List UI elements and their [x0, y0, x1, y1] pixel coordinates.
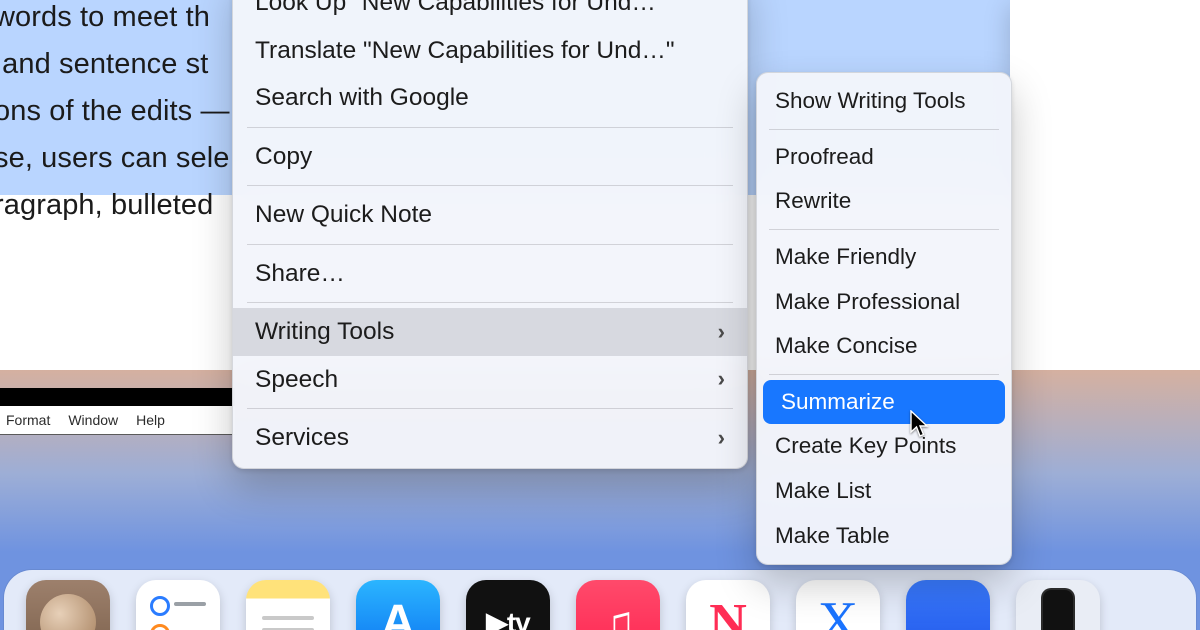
- menu-item-label: Speech: [255, 362, 338, 398]
- dock-app-unknown-blue[interactable]: [906, 580, 990, 630]
- menu-item-label: Create Key Points: [775, 430, 956, 463]
- menu-item-translate[interactable]: Translate "New Capabilities for Und…": [233, 27, 747, 75]
- dock-app-music[interactable]: [576, 580, 660, 630]
- menu-separator: [247, 408, 733, 409]
- submenu-item-make-professional[interactable]: Make Professional: [757, 280, 1011, 325]
- dock-app-contacts[interactable]: [26, 580, 110, 630]
- submenu-item-summarize[interactable]: Summarize: [763, 380, 1005, 425]
- dock-app-tv[interactable]: [466, 580, 550, 630]
- menu-item-label: Search with Google: [255, 80, 469, 116]
- submenu-item-create-key-points[interactable]: Create Key Points: [757, 424, 1011, 469]
- submenu-item-make-table[interactable]: Make Table: [757, 514, 1011, 559]
- menu-item-label: Show Writing Tools: [775, 85, 966, 118]
- submenu-item-rewrite[interactable]: Rewrite: [757, 179, 1011, 224]
- dock: [4, 570, 1196, 630]
- menu-item-label: Make List: [775, 475, 871, 508]
- menu-item-label: Make Table: [775, 520, 890, 553]
- menu-item-label: Copy: [255, 139, 312, 175]
- dock-app-appstore[interactable]: [356, 580, 440, 630]
- menu-separator: [247, 127, 733, 128]
- menu-item-lookup[interactable]: Look Up "New Capabilities for Und…": [233, 0, 747, 27]
- menu-item-label: New Quick Note: [255, 197, 432, 233]
- menu-item-label: Services: [255, 420, 349, 456]
- menubar-item-help[interactable]: Help: [136, 412, 165, 428]
- menu-item-label: Rewrite: [775, 185, 851, 218]
- menu-item-label: Make Friendly: [775, 241, 916, 274]
- menu-item-services[interactable]: Services ›: [233, 414, 747, 462]
- menu-item-search-google[interactable]: Search with Google: [233, 74, 747, 122]
- menu-item-label: Translate "New Capabilities for Und…": [255, 33, 675, 69]
- menubar-item-format[interactable]: Format: [6, 412, 50, 428]
- dock-app-iphone-mirroring[interactable]: [1016, 580, 1100, 630]
- doc-line: and sentence st: [0, 41, 230, 88]
- menu-separator: [769, 129, 999, 130]
- dock-app-notes[interactable]: [246, 580, 330, 630]
- menu-separator: [247, 185, 733, 186]
- menu-item-new-quick-note[interactable]: New Quick Note: [233, 191, 747, 239]
- menubar-item-window[interactable]: Window: [68, 412, 118, 428]
- menu-item-label: Make Professional: [775, 286, 960, 319]
- submenu-item-proofread[interactable]: Proofread: [757, 135, 1011, 180]
- doc-line: ragraph, bulleted: [0, 182, 230, 229]
- submenu-item-make-concise[interactable]: Make Concise: [757, 324, 1011, 369]
- chevron-right-icon: ›: [718, 363, 725, 395]
- background-window-menubar: Format Window Help: [0, 405, 235, 435]
- menu-item-label: Make Concise: [775, 330, 918, 363]
- writing-tools-submenu: Show Writing Tools Proofread Rewrite Mak…: [756, 72, 1012, 565]
- submenu-item-make-friendly[interactable]: Make Friendly: [757, 235, 1011, 280]
- chevron-right-icon: ›: [718, 316, 725, 348]
- submenu-item-make-list[interactable]: Make List: [757, 469, 1011, 514]
- document-text: words to meet th and sentence st ons of …: [0, 0, 230, 229]
- menu-item-copy[interactable]: Copy: [233, 133, 747, 181]
- submenu-item-show-writing-tools[interactable]: Show Writing Tools: [757, 79, 1011, 124]
- dock-app-reminders[interactable]: [136, 580, 220, 630]
- background-window-titlebar: [0, 388, 235, 405]
- dock-app-news[interactable]: [686, 580, 770, 630]
- menu-item-label: Proofread: [775, 141, 874, 174]
- menu-item-speech[interactable]: Speech ›: [233, 356, 747, 404]
- doc-line: se, users can sele: [0, 135, 230, 182]
- menu-separator: [769, 374, 999, 375]
- doc-line: words to meet th: [0, 0, 230, 41]
- menu-separator: [247, 302, 733, 303]
- chevron-right-icon: ›: [718, 422, 725, 454]
- dock-app-xcode[interactable]: [796, 580, 880, 630]
- context-menu: Look Up "New Capabilities for Und…" Tran…: [232, 0, 748, 469]
- menu-separator: [769, 229, 999, 230]
- menu-item-share[interactable]: Share…: [233, 250, 747, 298]
- doc-line: ons of the edits —: [0, 88, 230, 135]
- menu-separator: [247, 244, 733, 245]
- menu-item-label: Share…: [255, 256, 345, 292]
- menu-item-label: Look Up "New Capabilities for Und…": [255, 0, 665, 21]
- menu-item-label: Summarize: [781, 386, 895, 419]
- menu-item-writing-tools[interactable]: Writing Tools ›: [233, 308, 747, 356]
- menu-item-label: Writing Tools: [255, 314, 394, 350]
